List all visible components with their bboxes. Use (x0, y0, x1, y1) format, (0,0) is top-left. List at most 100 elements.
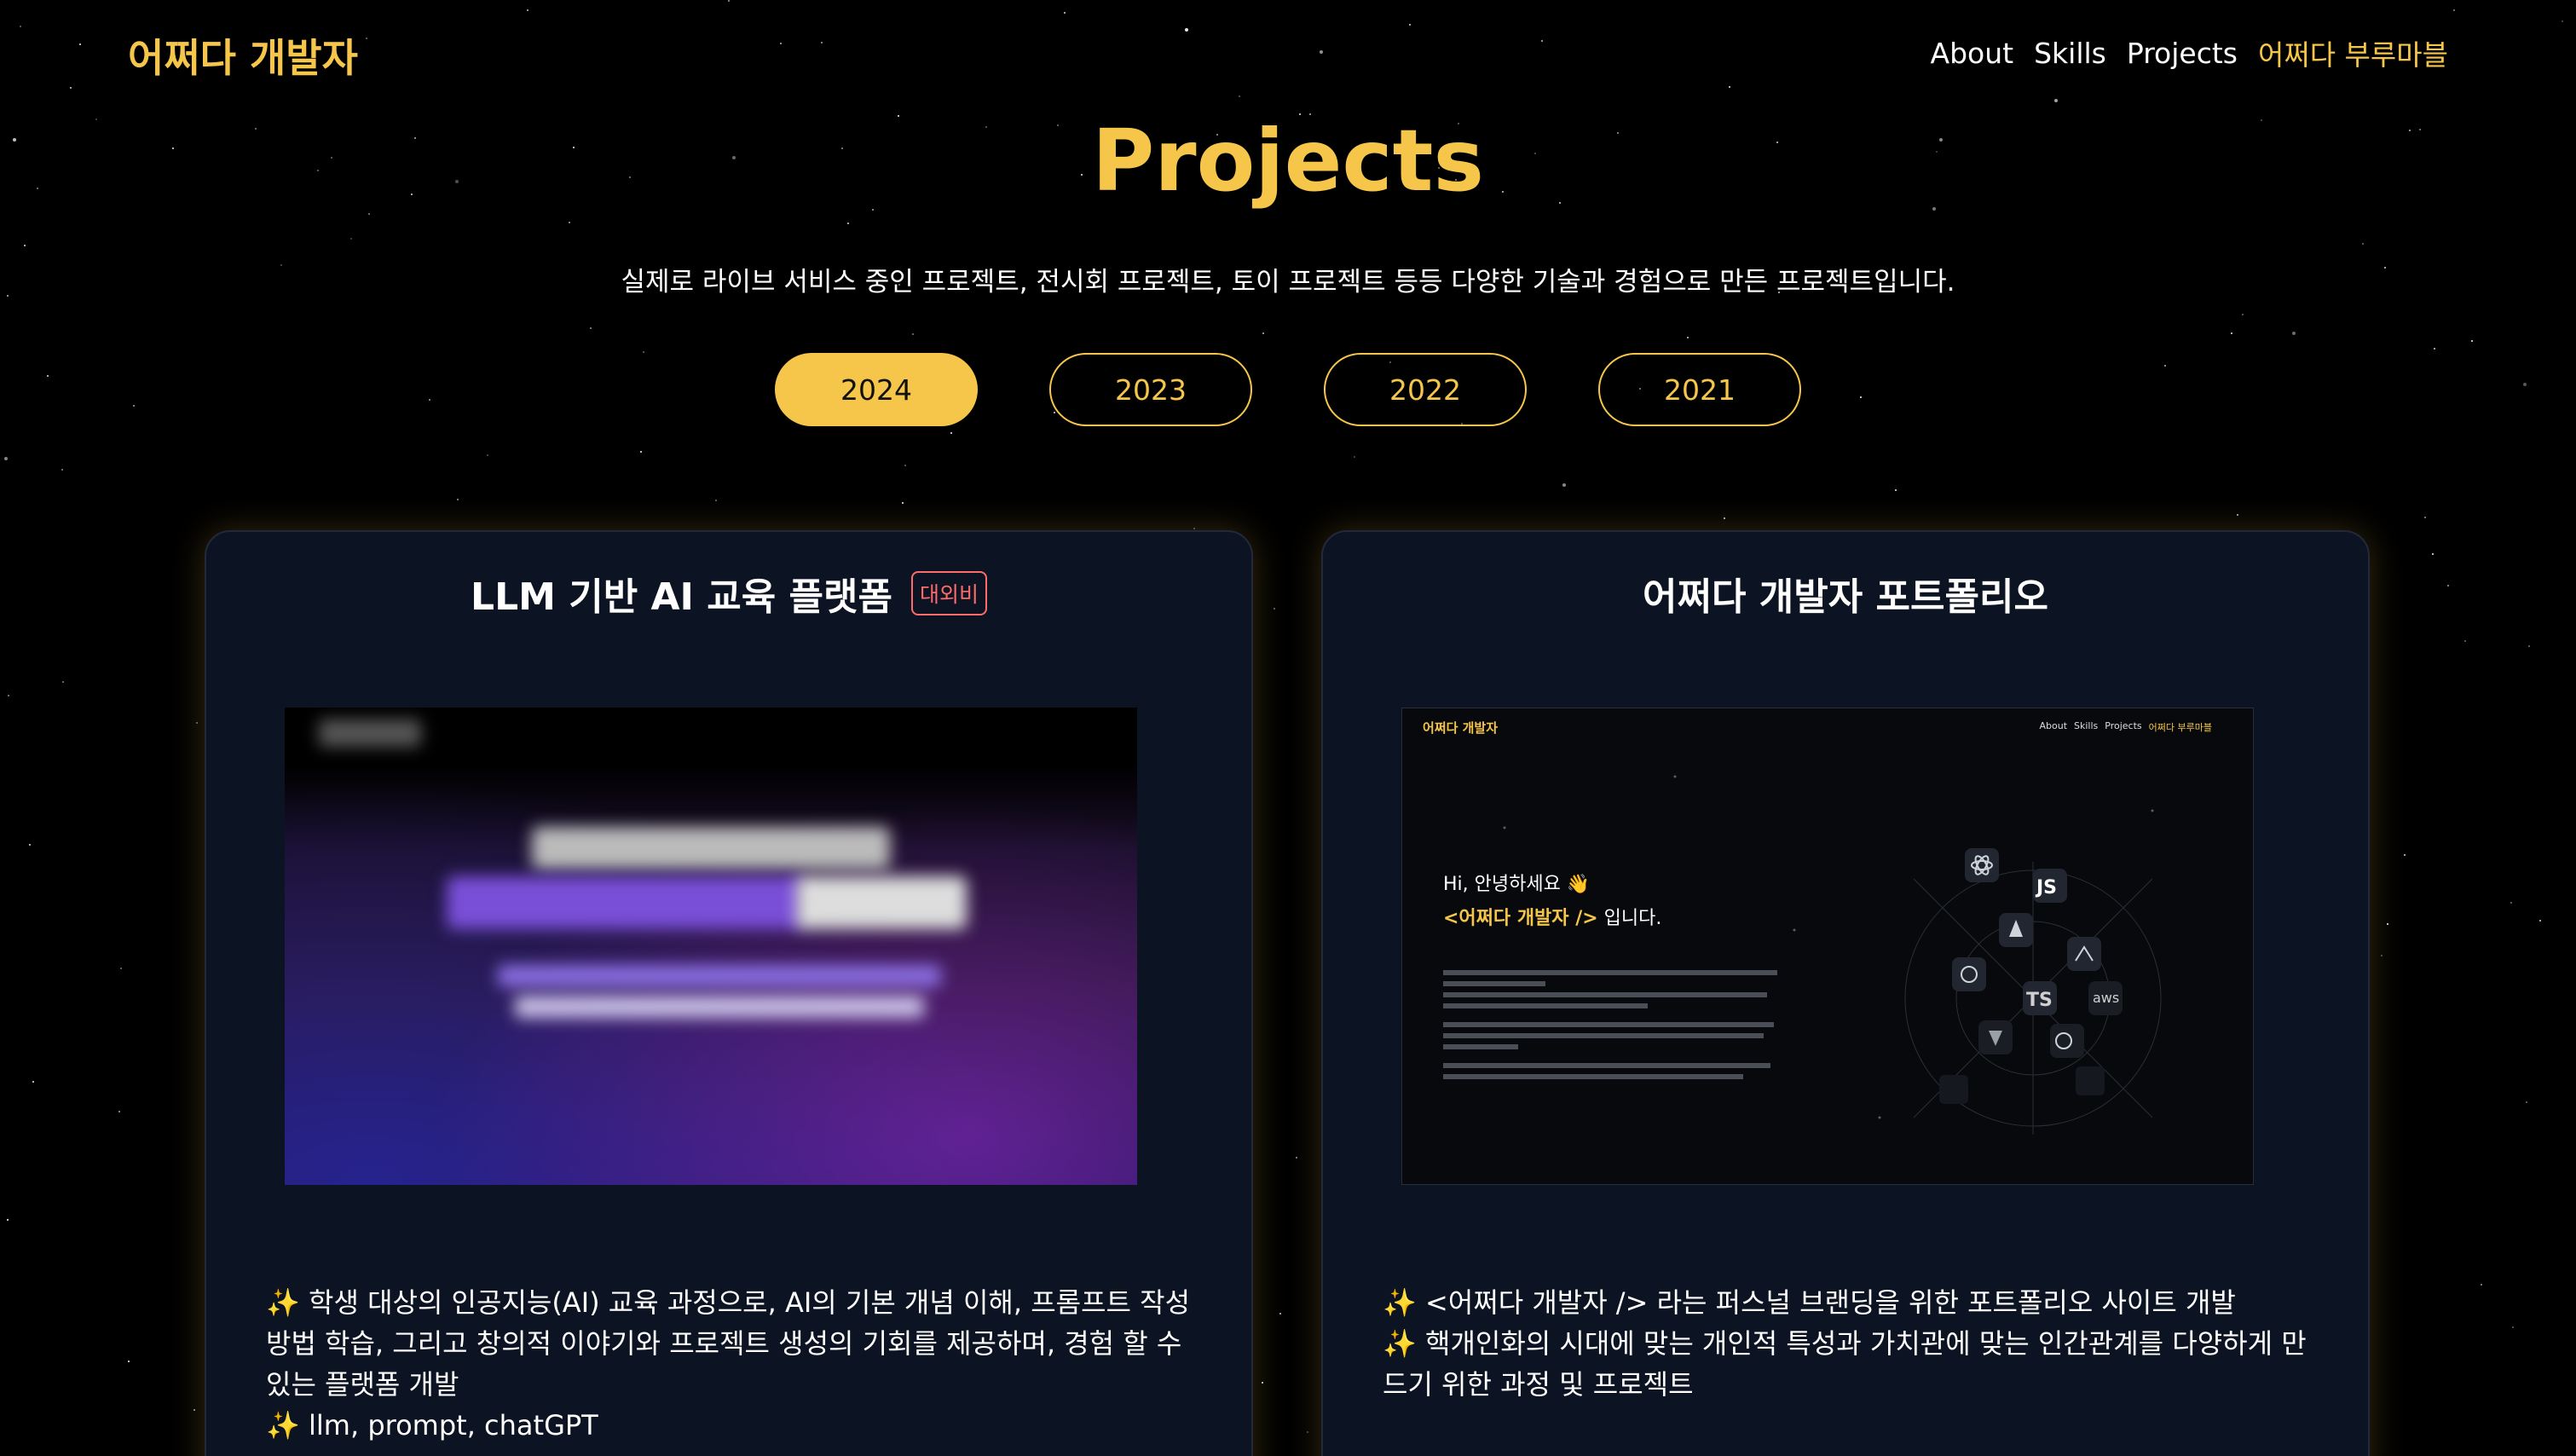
star-dot (2528, 645, 2530, 647)
star-dot (912, 333, 914, 335)
project-description: ✨ 학생 대상의 인공지능(AI) 교육 과정으로, AI의 기본 개념 이해,… (266, 1282, 1204, 1446)
star-dot (2432, 553, 2434, 555)
star-dot (1262, 332, 1264, 334)
description-line: ✨ 핵개인화의 시대에 맞는 개인적 특성과 가치관에 맞는 인간관계를 다양하… (1383, 1327, 2307, 1401)
confidential-badge: 대외비 (910, 571, 987, 615)
blurred-heading-line2b (796, 876, 967, 929)
star-dot (368, 213, 370, 215)
star-dot (2526, 1101, 2527, 1103)
page-title: Projects (1091, 111, 1484, 211)
star-dot (2362, 243, 2364, 245)
year-filter: 2024 2023 2022 2021 (0, 353, 2576, 426)
project-title-text: LLM 기반 AI 교육 플랫폼 (471, 575, 892, 619)
star-dot (1307, 1431, 1308, 1433)
star-dot (2510, 902, 2512, 904)
project-title-text: 어쩌다 개발자 포트폴리오 (1643, 575, 2048, 619)
star-dot (950, 432, 952, 434)
star-dot (62, 681, 64, 683)
star-dot (457, 499, 459, 500)
star-dot (8, 695, 9, 696)
star-dot (2387, 923, 2388, 925)
preview-decoration (1503, 775, 2162, 1135)
preview-nav-item: 어쩌다 부루마블 (2148, 722, 2212, 733)
star-dot (569, 222, 570, 223)
star-dot (1279, 1313, 1281, 1314)
star-dot (590, 327, 592, 329)
preview-headline-rest: 입니다. (1597, 908, 1662, 929)
preview-paragraph-placeholder (1443, 964, 1784, 1085)
preview-headline: <어쩌다 개발자 /> 입니다. (1443, 903, 1661, 930)
star-dot (1895, 489, 1897, 491)
star-dot (1687, 337, 1689, 338)
star-dot (120, 968, 122, 969)
page-subtitle: 실제로 라이브 서비스 중인 프로젝트, 전시회 프로젝트, 토이 프로젝트 등… (621, 267, 1955, 298)
year-tab-2021[interactable]: 2021 (1598, 353, 1801, 426)
preview-js-icon: JS (2036, 877, 2058, 898)
year-tab-2023[interactable]: 2023 (1049, 353, 1252, 426)
site-header: 어쩌다 개발자 About Skills Projects 어쩌다 부루마블 (0, 0, 2576, 111)
star-dot (128, 1361, 130, 1362)
project-thumbnail-portfolio[interactable]: 어쩌다 개발자 About Skills Projects 어쩌다 부루마블 H… (1401, 708, 2254, 1185)
preview-ts-icon: TS (2026, 990, 2053, 1011)
star-dot (2424, 517, 2426, 518)
project-card-title: 어쩌다 개발자 포트폴리오 (1323, 566, 2368, 621)
star-dot (61, 469, 63, 471)
main-nav: About Skills Projects 어쩌다 부루마블 (1931, 32, 2448, 73)
project-description: ✨ <어쩌다 개발자 /> 라는 퍼스널 브랜딩을 위한 포트폴리오 사이트 개… (1383, 1282, 2320, 1405)
nav-skills[interactable]: Skills (2034, 37, 2106, 70)
star-dot (1296, 1157, 1297, 1158)
project-card-ai-education[interactable]: LLM 기반 AI 교육 플랫폼 대외비 ✨ 학생 대상의 인공지능(AI) 교… (205, 530, 1253, 1456)
star-dot (487, 454, 488, 456)
star-dot (4, 457, 8, 460)
star-dot (2242, 314, 2244, 315)
star-dot (24, 245, 26, 246)
star-dot (196, 722, 198, 724)
description-line: ✨ <어쩌다 개발자 /> 라는 퍼스널 브랜딩을 위한 포트폴리오 사이트 개… (1383, 1286, 2236, 1319)
preview-greeting: Hi, 안녕하세요 👋 (1443, 874, 1591, 895)
preview-headline-accent: <어쩌다 개발자 /> (1443, 908, 1598, 929)
site-logo[interactable]: 어쩌다 개발자 (128, 27, 358, 84)
star-dot (2292, 332, 2296, 335)
star-dot (2237, 514, 2238, 516)
project-card-title: LLM 기반 AI 교육 플랫폼 대외비 (206, 566, 1251, 621)
star-dot (2434, 348, 2435, 350)
preview-nav-item: About (2039, 720, 2068, 731)
star-dot (2231, 332, 2232, 334)
project-thumbnail-blurred[interactable] (285, 708, 1137, 1185)
star-dot (2404, 854, 2406, 856)
star-dot (2464, 640, 2466, 642)
blurred-text-line2 (515, 996, 924, 1018)
star-dot (1562, 483, 1566, 487)
star-dot (350, 238, 352, 240)
project-card-portfolio[interactable]: 어쩌다 개발자 포트폴리오 어쩌다 개발자 About Skills Proje… (1321, 530, 2370, 1456)
star-dot (1354, 456, 1355, 458)
star-dot (640, 451, 642, 453)
description-line: ✨ 학생 대상의 인공지능(AI) 교육 과정으로, AI의 기본 개념 이해,… (266, 1286, 1191, 1401)
star-dot (715, 500, 717, 501)
blurred-text-line1 (498, 965, 941, 987)
nav-bluemarble[interactable]: 어쩌다 부루마블 (2258, 32, 2448, 73)
star-dot (193, 1409, 195, 1411)
star-dot (2381, 955, 2383, 956)
nav-about[interactable]: About (1931, 37, 2014, 70)
preview-nav-item: Projects (2105, 720, 2142, 731)
star-dot (2447, 585, 2449, 586)
star-dot (847, 222, 849, 224)
year-tab-2024[interactable]: 2024 (775, 353, 978, 426)
star-dot (29, 844, 31, 846)
star-dot (2481, 1284, 2482, 1286)
star-dot (902, 502, 904, 504)
blurred-heading-line1 (532, 827, 890, 870)
star-dot (2512, 1326, 2514, 1328)
preview-aws-icon: aws (2093, 990, 2120, 1006)
preview-nav-item: Skills (2074, 720, 2099, 731)
star-dot (1262, 1382, 1263, 1384)
star-dot (1724, 517, 1725, 519)
star-dot (7, 1219, 9, 1221)
nav-projects[interactable]: Projects (2127, 37, 2238, 70)
star-dot (2471, 340, 2473, 342)
star-dot (32, 1081, 34, 1083)
year-tab-2022[interactable]: 2022 (1324, 353, 1527, 426)
star-dot (904, 465, 906, 466)
blurred-heading-line2 (447, 876, 805, 929)
